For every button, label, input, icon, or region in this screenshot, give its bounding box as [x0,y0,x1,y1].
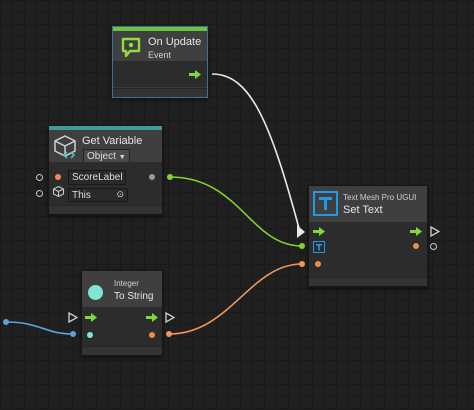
on-update-node[interactable]: On Update Event [112,26,208,98]
flow-output-port-icon[interactable] [146,313,158,322]
event-icon [121,37,141,58]
node-header[interactable]: Get Variable Object ▼ [49,130,162,163]
gameobject-icon [53,186,64,197]
text-input-port[interactable] [315,261,321,267]
text-mesh-pro-icon [313,191,338,216]
integer-wire-start-dot [3,319,9,325]
node-subtitle: Text Mesh Pro UGUI [343,193,417,202]
node-title: Set Text [343,204,383,216]
string-wire-start-dot [166,331,172,337]
string-wire-end-dot [299,261,305,267]
flow-outer-output-port[interactable] [165,312,175,323]
flow-output-port-icon[interactable] [410,227,422,236]
string-output-port[interactable] [149,332,155,338]
kind-dropdown[interactable]: Object ▼ [83,149,130,163]
object-wire-start-dot [167,174,173,180]
result-outer-port[interactable] [430,243,437,250]
node-header[interactable]: Text Mesh Pro UGUI Set Text [309,186,427,222]
node-body [82,307,162,347]
to-string-node[interactable]: Integer To String [81,270,163,356]
flow-input-port-icon[interactable] [85,313,97,322]
node-body [309,222,427,278]
set-text-node[interactable]: Text Mesh Pro UGUI Set Text [308,185,428,287]
flow-output-port-icon[interactable] [189,70,201,79]
node-subtitle: Integer [114,279,139,288]
target-input-port-icon[interactable] [313,241,325,253]
node-title: On Update [148,36,202,48]
flow-outer-output-port[interactable] [430,226,440,237]
result-output-port[interactable] [413,243,419,249]
node-footer [309,277,427,286]
flow-outer-input-port[interactable] [68,312,78,323]
integer-wire-in[interactable] [5,321,74,335]
flow-wire-arrowhead [297,225,305,238]
node-footer [49,205,162,214]
integer-icon [88,285,103,300]
node-body [113,61,207,87]
name-input-port[interactable] [55,174,61,180]
node-header[interactable]: On Update Event [113,31,207,61]
kind-dropdown-value: Object [87,151,116,162]
variable-name-field[interactable]: ScoreLabel [68,170,126,185]
flow-wire-update-to-settext[interactable] [211,73,301,233]
object-wire-end-dot [299,243,305,249]
name-outer-port[interactable] [36,174,43,181]
chevron-down-icon: ▼ [118,154,126,161]
node-footer [82,346,162,355]
target-picker-icon[interactable]: ⊙ [116,189,124,200]
flow-input-port-icon[interactable] [313,227,325,236]
target-field[interactable]: This ⊙ [68,188,128,202]
node-subtitle: Event [148,50,172,60]
node-footer [113,88,207,97]
target-value: This [72,190,91,201]
variable-icon [54,135,76,159]
node-title: To String [114,291,154,302]
get-variable-node[interactable]: Get Variable Object ▼ ScoreLabel This ⊙ [48,125,163,215]
string-wire-tostring-to-settext[interactable] [168,263,303,335]
integer-input-port[interactable] [87,332,93,338]
node-title: Get Variable [82,135,143,147]
node-body: ScoreLabel This ⊙ [49,162,162,206]
value-output-port[interactable] [149,174,155,180]
target-outer-port[interactable] [36,190,43,197]
integer-wire-end-dot [70,331,76,337]
object-wire-var-to-settext[interactable] [169,176,303,247]
node-header[interactable]: Integer To String [82,271,162,307]
